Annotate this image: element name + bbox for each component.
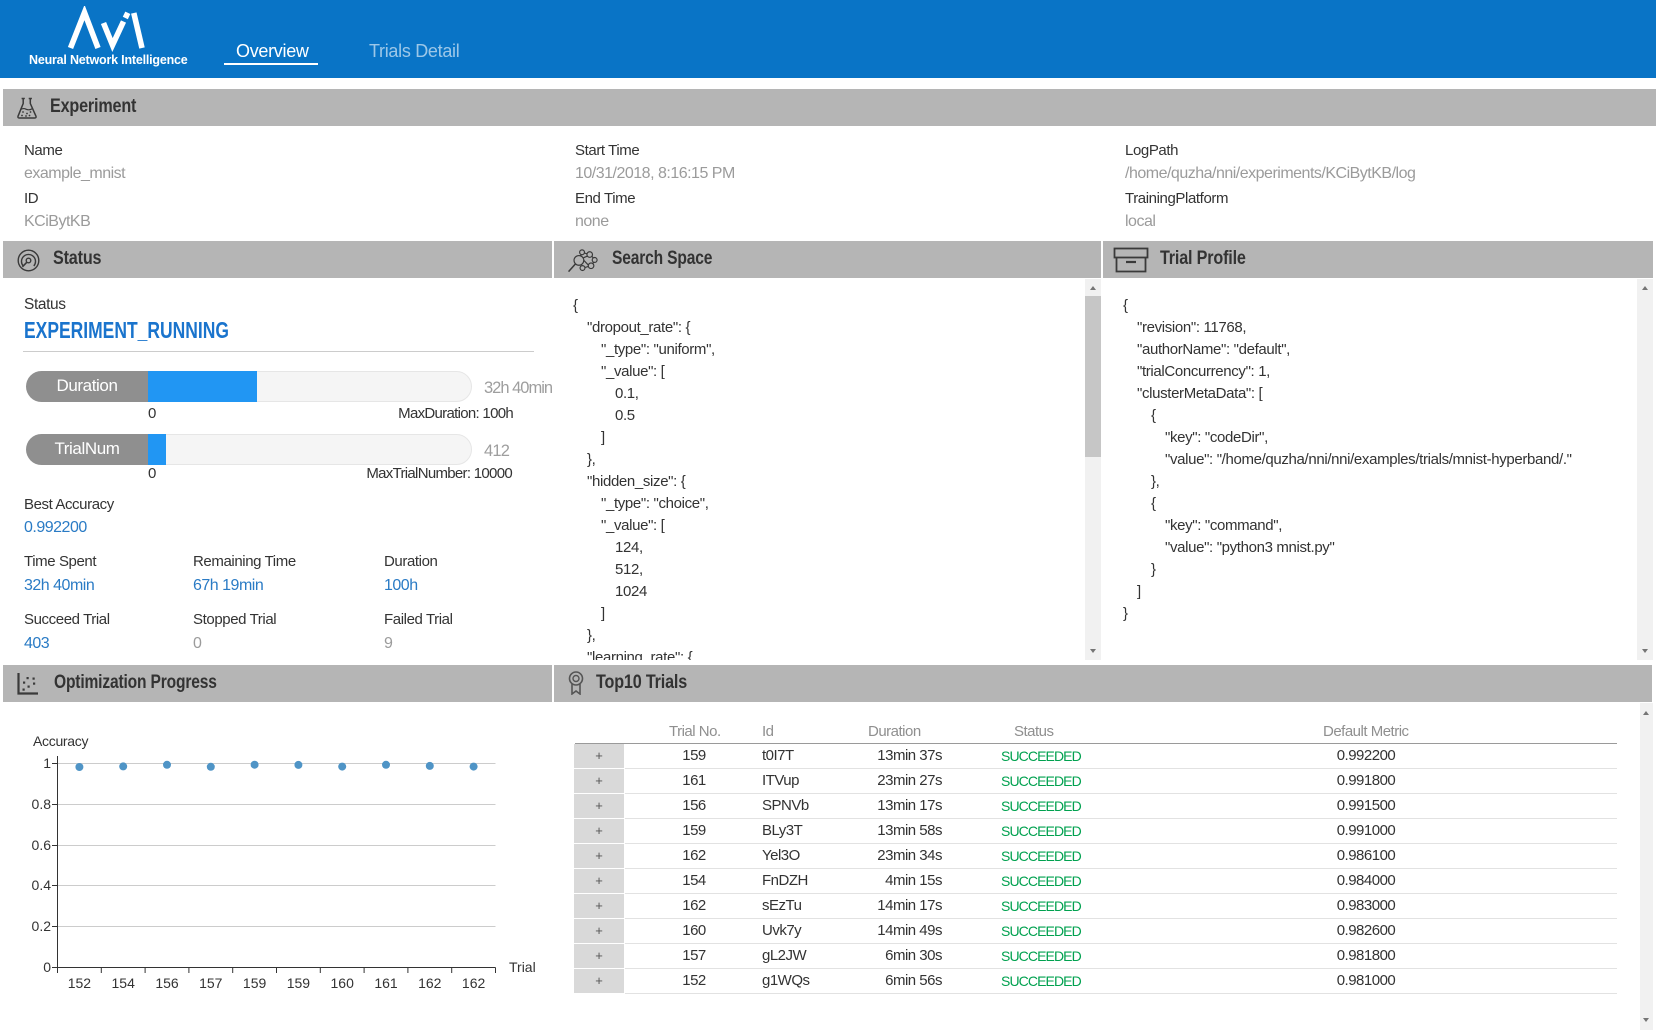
svg-text:162: 162: [462, 975, 486, 991]
svg-text:159: 159: [243, 975, 267, 991]
svg-text:156: 156: [155, 975, 179, 991]
svg-text:159: 159: [287, 975, 311, 991]
svg-text:0: 0: [43, 959, 51, 975]
svg-text:Trial: Trial: [509, 959, 536, 975]
svg-text:1: 1: [43, 755, 51, 771]
svg-text:160: 160: [331, 975, 355, 991]
svg-text:162: 162: [418, 975, 442, 991]
svg-text:152: 152: [68, 975, 92, 991]
svg-text:154: 154: [112, 975, 136, 991]
svg-text:0.6: 0.6: [32, 837, 52, 853]
svg-text:157: 157: [199, 975, 223, 991]
svg-text:Accuracy: Accuracy: [33, 733, 88, 749]
svg-text:161: 161: [374, 975, 398, 991]
svg-text:0.8: 0.8: [32, 796, 52, 812]
svg-text:0.4: 0.4: [32, 877, 52, 893]
svg-text:0.2: 0.2: [32, 918, 52, 934]
